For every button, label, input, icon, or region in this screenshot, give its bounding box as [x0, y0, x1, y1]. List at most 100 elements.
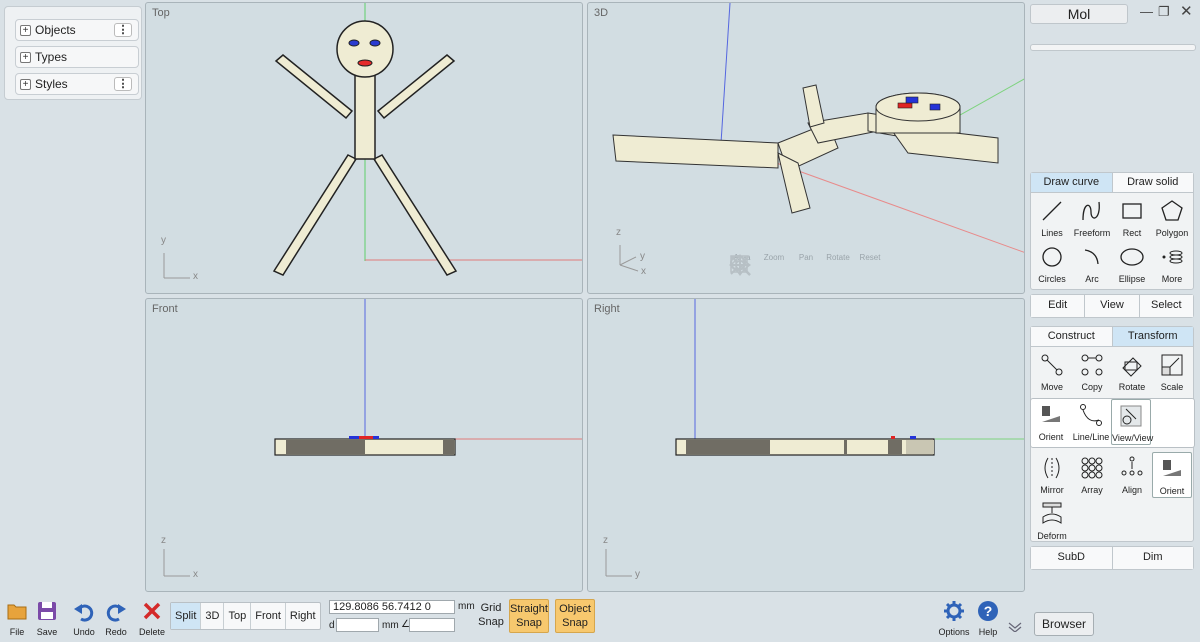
- rotate-tool[interactable]: Rotate: [729, 253, 852, 276]
- align-icon: [1121, 456, 1143, 476]
- delete-label: Delete: [138, 627, 165, 637]
- rect-tool[interactable]: Rect: [1112, 195, 1152, 241]
- viewport-front[interactable]: Front z x: [145, 298, 583, 592]
- select-button[interactable]: Select: [1138, 295, 1193, 317]
- expand-icon[interactable]: +: [20, 51, 31, 63]
- polygon-tool[interactable]: Polygon: [1152, 195, 1192, 241]
- subd-panel: SubD Dim: [1030, 546, 1194, 570]
- spiral-icon: [1162, 250, 1183, 264]
- redo-button[interactable]: Redo: [99, 600, 133, 637]
- help-icon: ?: [978, 601, 998, 621]
- objects-row[interactable]: + Objects ⋮: [15, 19, 139, 41]
- styles-row[interactable]: + Styles ⋮: [15, 73, 139, 95]
- rotate-transform-tool[interactable]: Rotate: [1112, 349, 1152, 395]
- scale-tool[interactable]: Scale: [1152, 349, 1192, 395]
- right-view-button[interactable]: Right: [284, 603, 320, 629]
- view-view-tool[interactable]: View/View: [1111, 399, 1153, 445]
- deform-label: Deform: [1037, 531, 1067, 541]
- file-button[interactable]: File: [0, 600, 34, 637]
- orient-tool[interactable]: Orient: [1031, 399, 1071, 445]
- styles-menu-icon[interactable]: ⋮: [114, 77, 132, 91]
- tab-transform[interactable]: Transform: [1111, 327, 1193, 347]
- copy-tool[interactable]: Copy: [1072, 349, 1112, 395]
- align-tool[interactable]: Align: [1112, 452, 1152, 498]
- angle-input[interactable]: [409, 618, 455, 632]
- edit-button[interactable]: Edit: [1031, 295, 1085, 317]
- move-tool[interactable]: Move: [1032, 349, 1072, 395]
- orient-label: Orient: [1038, 432, 1064, 442]
- help-label: Help: [978, 627, 998, 637]
- arc-label: Arc: [1085, 274, 1099, 284]
- grid-snap-toggle[interactable]: Grid Snap: [476, 601, 506, 629]
- array-tool[interactable]: Array: [1072, 452, 1112, 498]
- ellipse-tool[interactable]: Ellipse: [1112, 241, 1152, 287]
- move-label: Move: [1040, 382, 1063, 392]
- help-button[interactable]: ? Help: [972, 600, 1004, 637]
- circles-tool[interactable]: Circles: [1032, 241, 1072, 287]
- reset-tool[interactable]: Reset: [730, 253, 884, 275]
- arc-tool[interactable]: Arc: [1072, 241, 1112, 287]
- close-icon[interactable]: ✕: [1180, 2, 1193, 20]
- subd-button[interactable]: SubD: [1031, 547, 1112, 569]
- undo-icon: [74, 604, 94, 622]
- expand-icon[interactable]: +: [20, 24, 31, 36]
- redo-icon: [106, 604, 126, 622]
- front-view-button[interactable]: Front: [250, 603, 285, 629]
- mirror-tool[interactable]: Mirror: [1032, 452, 1072, 498]
- distance-label: d: [329, 620, 335, 631]
- options-button[interactable]: Options: [936, 600, 972, 637]
- top-view-button[interactable]: Top: [223, 603, 250, 629]
- line-line-tool[interactable]: Line/Line: [1071, 399, 1111, 445]
- orient-label: Orient: [1159, 486, 1185, 496]
- restore-icon[interactable]: ❐: [1158, 4, 1170, 20]
- more-tool[interactable]: More: [1152, 241, 1192, 287]
- ellipse-icon: [1120, 248, 1144, 266]
- tab-construct[interactable]: Construct: [1031, 327, 1112, 347]
- pan-tool[interactable]: Pan: [729, 253, 820, 276]
- axis-label-z: z: [603, 535, 608, 546]
- polygon-label: Polygon: [1155, 228, 1189, 238]
- reset-label: Reset: [859, 253, 881, 262]
- unit-label-2: mm: [382, 620, 399, 631]
- right-panel: Mol — ❐ ✕ Draw curve Draw solid Lines Fr…: [1028, 0, 1200, 642]
- expand-icon[interactable]: +: [20, 78, 31, 90]
- zoom-tool[interactable]: Zoom: [730, 253, 788, 276]
- split-view-button[interactable]: Split: [171, 603, 201, 629]
- tab-draw-solid[interactable]: Draw solid: [1111, 173, 1193, 193]
- chevron-down-icon[interactable]: [1008, 622, 1022, 632]
- property-bar[interactable]: [1030, 44, 1196, 51]
- model-title[interactable]: Mol: [1030, 4, 1128, 24]
- tab-draw-curve[interactable]: Draw curve: [1031, 173, 1112, 193]
- lines-label: Lines: [1041, 228, 1063, 238]
- object-snap-toggle[interactable]: Object Snap: [555, 599, 595, 633]
- lines-tool[interactable]: Lines: [1032, 195, 1072, 241]
- delete-button[interactable]: Delete: [135, 600, 169, 637]
- undo-button[interactable]: Undo: [67, 600, 101, 637]
- viewport-top[interactable]: Top y x: [145, 2, 583, 294]
- straight-snap-toggle[interactable]: Straight Snap: [509, 599, 549, 633]
- browser-button[interactable]: Browser: [1034, 612, 1094, 636]
- 3d-view-button[interactable]: 3D: [200, 603, 223, 629]
- viewport-right[interactable]: Right z y: [587, 298, 1025, 592]
- pan-label: Pan: [798, 253, 814, 262]
- deform-tool[interactable]: Deform: [1032, 498, 1072, 544]
- types-row[interactable]: + Types: [15, 46, 139, 68]
- axis-label-z: z: [161, 535, 166, 546]
- viewport-title: Front: [152, 303, 178, 315]
- save-button[interactable]: Save: [30, 600, 64, 637]
- objects-menu-icon[interactable]: ⋮: [114, 23, 132, 37]
- viewport-3d[interactable]: 3D z y x Area Zoom Pan Rotate Reset: [587, 2, 1025, 294]
- minimize-icon[interactable]: —: [1140, 4, 1153, 19]
- arc-icon: [1084, 249, 1099, 265]
- copy-icon: [1081, 354, 1103, 376]
- copy-label: Copy: [1081, 382, 1103, 392]
- view-button[interactable]: View: [1084, 295, 1139, 317]
- orient-tool-selected[interactable]: Orient: [1152, 452, 1192, 498]
- distance-input[interactable]: [336, 618, 379, 632]
- dim-button[interactable]: Dim: [1111, 547, 1193, 569]
- mirror-icon: [1044, 457, 1060, 479]
- view-toolbar: Area Zoom Pan Rotate Reset: [728, 253, 884, 276]
- viewport-title: 3D: [594, 7, 609, 19]
- coordinate-input[interactable]: 129.8086 56.7412 0: [329, 600, 455, 614]
- freeform-tool[interactable]: Freeform: [1072, 195, 1112, 241]
